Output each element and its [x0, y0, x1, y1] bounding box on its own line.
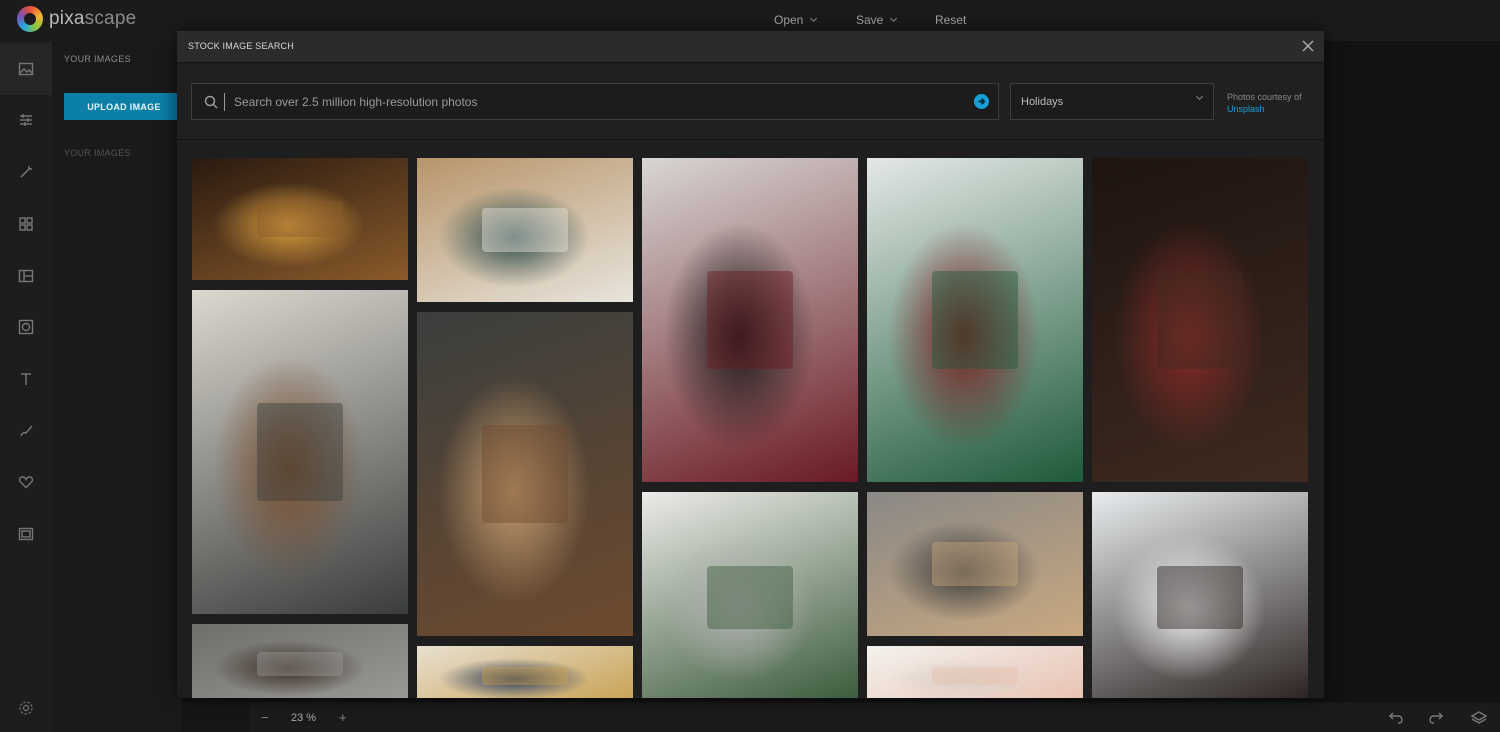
stock-photo-person-drinking-with-laptop-kitchen[interactable] [867, 158, 1083, 482]
search-input[interactable] [224, 93, 964, 111]
zoom-level: 23 % [291, 712, 317, 724]
stock-photo-cart-with-laptop-and-gifts[interactable] [417, 312, 633, 636]
logo-icon [17, 6, 43, 32]
unsplash-link[interactable]: Unsplash [1227, 104, 1265, 114]
photo-subject [931, 667, 1019, 685]
bottom-bar: − 23 % + [249, 703, 1500, 732]
photo-credit: Photos courtesy of Unsplash [1227, 91, 1317, 115]
side-panel: YOUR IMAGES UPLOAD IMAGE YOUR IMAGES [52, 41, 184, 732]
panel-subtitle: YOUR IMAGES [64, 148, 131, 158]
reset-label: Reset [935, 13, 967, 27]
chevron-down-icon [1195, 92, 1204, 101]
modal-title: STOCK IMAGE SEARCH [188, 41, 294, 51]
stock-photo-two-friends-laughing-at-laptop[interactable] [1092, 492, 1308, 698]
zoom-in-button[interactable]: + [339, 710, 347, 725]
settings-icon[interactable] [18, 700, 34, 716]
top-menu: Open Save Reset [774, 13, 966, 27]
photo-subject [481, 208, 569, 252]
photo-subject [931, 542, 1019, 586]
brand-prefix: pixa [49, 8, 85, 29]
photo-subject [1156, 271, 1244, 369]
panel-title: YOUR IMAGES [64, 54, 131, 64]
film-icon[interactable] [0, 508, 52, 560]
photo-subject [256, 403, 344, 501]
stock-photo-tablet-gold-ornaments[interactable] [417, 646, 633, 698]
photo-subject [1156, 565, 1244, 629]
search-box [191, 83, 999, 120]
stock-photo-man-with-mask-and-lights[interactable] [192, 624, 408, 698]
wand-icon[interactable] [0, 146, 52, 198]
open-menu-button[interactable]: Open [774, 13, 856, 27]
chevron-down-icon [890, 14, 898, 23]
category-value: Holidays [1021, 96, 1064, 108]
frame-icon[interactable] [0, 301, 52, 353]
photo-subject [256, 652, 344, 676]
grid-icon[interactable] [0, 198, 52, 250]
chevron-down-icon [810, 14, 818, 23]
photo-subject [931, 271, 1019, 369]
photo-subject [706, 271, 794, 369]
stock-photo-two-people-wrapping-gifts-dark-room[interactable] [192, 290, 408, 614]
upload-image-button[interactable]: UPLOAD IMAGE [64, 93, 184, 120]
heart-icon[interactable] [0, 456, 52, 508]
photo-grid [192, 158, 1309, 698]
search-icon [204, 95, 218, 109]
photo-subject [706, 565, 794, 629]
close-icon[interactable] [1301, 39, 1315, 53]
app-logo[interactable]: pixascape [17, 6, 136, 32]
credit-text: Photos courtesy of [1227, 92, 1302, 102]
brand-suffix: scape [84, 8, 137, 29]
stock-image-search-modal: STOCK IMAGE SEARCH Holidays Photos court… [177, 31, 1324, 698]
brand-name: pixascape [49, 8, 136, 30]
image-icon[interactable] [0, 43, 52, 95]
undo-icon[interactable] [1386, 710, 1404, 726]
photo-subject [256, 200, 344, 238]
save-label: Save [856, 13, 884, 27]
save-menu-button[interactable]: Save [856, 13, 935, 27]
stock-photo-dark-christmas-tree-with-gifts[interactable] [1092, 158, 1308, 482]
brush-icon[interactable] [0, 405, 52, 457]
search-submit-button[interactable] [974, 94, 989, 109]
stock-photo-hands-on-tablet-marble-table[interactable] [642, 158, 858, 482]
photo-subject [481, 425, 569, 523]
redo-icon[interactable] [1428, 710, 1446, 726]
tool-rail [0, 41, 52, 732]
stock-photo-bright-flowers-detail[interactable] [867, 646, 1083, 698]
stock-photo-woman-decorating-christmas-tree[interactable] [192, 158, 408, 280]
layers-icon[interactable] [1470, 710, 1488, 726]
layout-icon[interactable] [0, 250, 52, 302]
category-select[interactable]: Holidays [1010, 83, 1214, 120]
zoom-out-button[interactable]: − [261, 710, 269, 725]
stock-photo-couple-wrapping-gifts-by-wall[interactable] [867, 492, 1083, 636]
reset-button[interactable]: Reset [935, 13, 966, 27]
stock-photo-laughing-person-with-tablet[interactable] [642, 492, 858, 698]
modal-header: STOCK IMAGE SEARCH [177, 31, 1324, 63]
text-icon[interactable] [0, 353, 52, 405]
search-area: Holidays Photos courtesy of Unsplash [177, 64, 1324, 140]
photo-subject [481, 667, 569, 685]
arrow-right-icon [978, 98, 986, 105]
sliders-icon[interactable] [0, 94, 52, 146]
stock-photo-overhead-laptops-wrapping-paper[interactable] [417, 158, 633, 302]
open-label: Open [774, 13, 804, 27]
